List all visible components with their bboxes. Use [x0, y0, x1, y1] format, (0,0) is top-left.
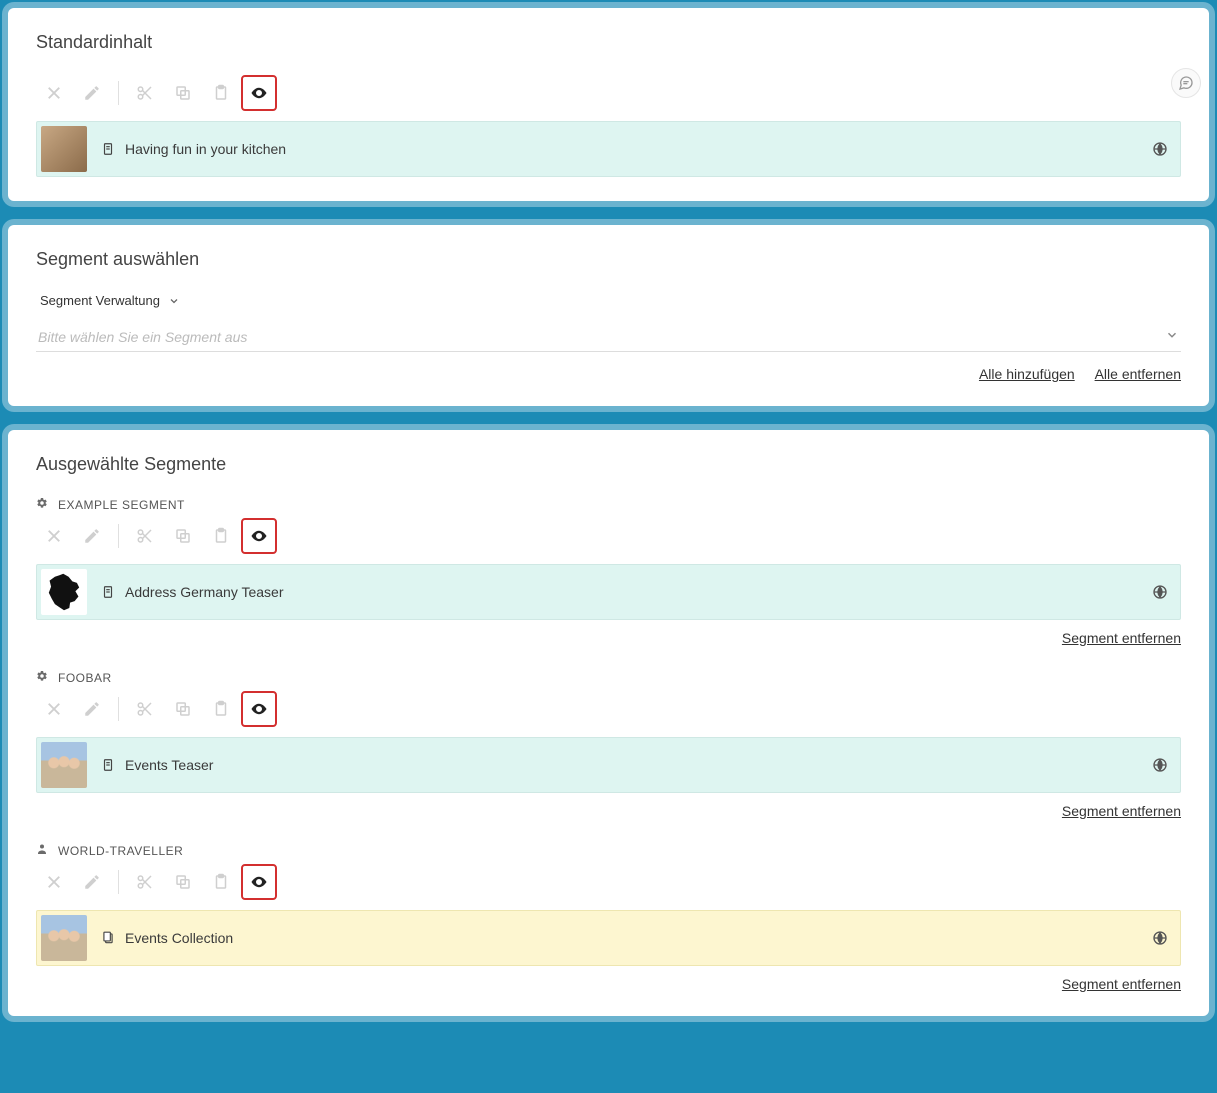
pencil-icon	[83, 84, 101, 102]
segment-select[interactable]: Bitte wählen Sie ein Segment aus	[36, 322, 1181, 352]
chevron-down-icon	[1165, 328, 1179, 345]
globe-icon	[1152, 757, 1168, 773]
scissors-icon	[136, 84, 154, 102]
person-icon	[36, 843, 48, 858]
segment-admin-label: Segment Verwaltung	[40, 293, 160, 308]
segment-select-placeholder: Bitte wählen Sie ein Segment aus	[38, 329, 247, 345]
content-item[interactable]: Having fun in your kitchen	[36, 121, 1181, 177]
delete-button[interactable]	[36, 691, 72, 727]
delete-button[interactable]	[36, 75, 72, 111]
copy-button[interactable]	[165, 691, 201, 727]
copy-button[interactable]	[165, 75, 201, 111]
content-thumbnail	[41, 569, 87, 615]
add-all-link[interactable]: Alle hinzufügen	[979, 366, 1075, 382]
content-item[interactable]: Events Teaser	[36, 737, 1181, 793]
panel-select-segment: Segment auswählen Segment Verwaltung Bit…	[8, 225, 1209, 406]
segment-name: WORLD-TRAVELLER	[58, 844, 183, 858]
edit-button[interactable]	[74, 864, 110, 900]
preview-button[interactable]	[241, 864, 277, 900]
segment-footer: Segment entfernen	[36, 630, 1181, 646]
content-label: Address Germany Teaser	[125, 584, 1152, 600]
segment-header: EXAMPLE SEGMENT	[36, 497, 1181, 512]
document-icon	[101, 931, 115, 945]
x-icon	[45, 84, 63, 102]
document-icon	[101, 142, 115, 156]
edit-button[interactable]	[74, 691, 110, 727]
delete-button[interactable]	[36, 864, 72, 900]
preview-button[interactable]	[241, 518, 277, 554]
paste-button[interactable]	[203, 518, 239, 554]
content-thumbnail	[41, 915, 87, 961]
copy-icon	[174, 84, 192, 102]
edit-button[interactable]	[74, 518, 110, 554]
toolbar-separator	[118, 81, 119, 105]
cut-button[interactable]	[127, 864, 163, 900]
panel-default-content: Standardinhalt Having fun in your kitche…	[8, 8, 1209, 201]
copy-button[interactable]	[165, 864, 201, 900]
comments-badge[interactable]	[1171, 68, 1201, 98]
segment-footer: Segment entfernen	[36, 976, 1181, 992]
comment-icon	[1178, 75, 1194, 91]
remove-segment-link[interactable]: Segment entfernen	[1062, 803, 1181, 819]
toolbar	[36, 691, 1181, 727]
globe-icon	[1152, 930, 1168, 946]
toolbar	[36, 75, 1181, 111]
gear-icon	[36, 670, 48, 685]
panel-selected-segments: Ausgewählte Segmente EXAMPLE SEGMENT Add…	[8, 430, 1209, 1016]
document-icon	[101, 585, 115, 599]
toolbar-separator	[118, 524, 119, 548]
copy-button[interactable]	[165, 518, 201, 554]
preview-button[interactable]	[241, 691, 277, 727]
toolbar	[36, 518, 1181, 554]
content-label: Events Collection	[125, 930, 1152, 946]
content-label: Having fun in your kitchen	[125, 141, 1152, 157]
segment-name: EXAMPLE SEGMENT	[58, 498, 185, 512]
segment-name: FOOBAR	[58, 671, 112, 685]
panel-title: Segment auswählen	[36, 249, 1181, 270]
link-row: Alle hinzufügen Alle entfernen	[36, 366, 1181, 382]
document-icon	[101, 758, 115, 772]
segment-header: WORLD-TRAVELLER	[36, 843, 1181, 858]
toolbar	[36, 864, 1181, 900]
cut-button[interactable]	[127, 691, 163, 727]
globe-icon	[1152, 584, 1168, 600]
segment-header: FOOBAR	[36, 670, 1181, 685]
segment-footer: Segment entfernen	[36, 803, 1181, 819]
toolbar-separator	[118, 870, 119, 894]
cut-button[interactable]	[127, 75, 163, 111]
gear-icon	[36, 497, 48, 512]
globe-icon	[1152, 141, 1168, 157]
chevron-down-icon	[168, 295, 180, 307]
remove-segment-link[interactable]: Segment entfernen	[1062, 630, 1181, 646]
edit-button[interactable]	[74, 75, 110, 111]
content-item[interactable]: Address Germany Teaser	[36, 564, 1181, 620]
content-thumbnail	[41, 126, 87, 172]
paste-button[interactable]	[203, 691, 239, 727]
panel-title: Ausgewählte Segmente	[36, 454, 1181, 475]
eye-icon	[250, 84, 268, 102]
paste-button[interactable]	[203, 75, 239, 111]
toolbar-separator	[118, 697, 119, 721]
paste-button[interactable]	[203, 864, 239, 900]
remove-all-link[interactable]: Alle entfernen	[1095, 366, 1181, 382]
cut-button[interactable]	[127, 518, 163, 554]
preview-button[interactable]	[241, 75, 277, 111]
content-item[interactable]: Events Collection	[36, 910, 1181, 966]
remove-segment-link[interactable]: Segment entfernen	[1062, 976, 1181, 992]
content-thumbnail	[41, 742, 87, 788]
panel-title: Standardinhalt	[36, 32, 1181, 53]
content-label: Events Teaser	[125, 757, 1152, 773]
clipboard-icon	[212, 84, 230, 102]
delete-button[interactable]	[36, 518, 72, 554]
segment-admin-link[interactable]: Segment Verwaltung	[40, 293, 180, 308]
